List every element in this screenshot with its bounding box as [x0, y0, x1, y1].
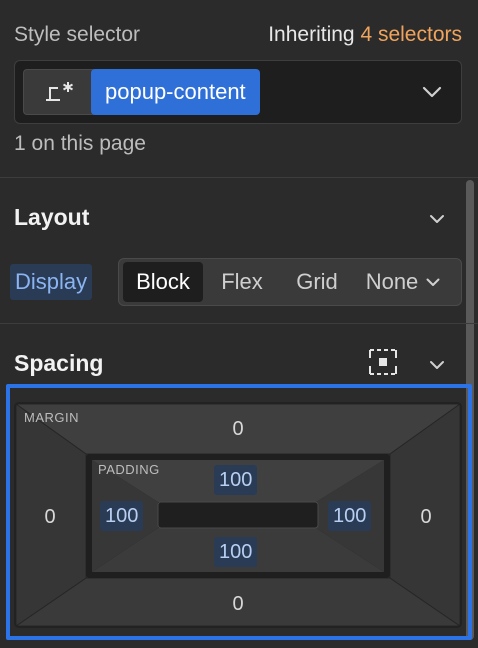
margin-right-value[interactable]: 0	[406, 506, 446, 529]
selector-field[interactable]: popup-content	[14, 60, 462, 124]
selector-tag[interactable]: popup-content	[91, 69, 260, 115]
divider	[0, 323, 478, 324]
display-option-flex[interactable]: Flex	[203, 262, 281, 302]
margin-left-value[interactable]: 0	[30, 506, 70, 529]
chevron-down-icon	[426, 278, 440, 286]
margin-label: MARGIN	[24, 410, 79, 425]
chevron-down-icon[interactable]	[419, 79, 445, 105]
padding-bottom-value[interactable]: 100	[214, 537, 258, 567]
display-label[interactable]: Display	[10, 264, 93, 300]
inheriting-info[interactable]: Inheriting 4 selectors	[268, 23, 462, 47]
padding-left-value[interactable]: 100	[100, 501, 144, 531]
layout-section-title[interactable]: Layout	[14, 204, 89, 231]
selector-state-icon	[46, 82, 73, 101]
inheriting-prefix: Inheriting	[268, 23, 361, 46]
display-option-none-label: None	[365, 269, 419, 294]
inheriting-count[interactable]: 4 selectors	[360, 23, 462, 46]
display-option-none[interactable]: None	[353, 262, 453, 302]
style-panel: Style selector Inheriting 4 selectors po…	[0, 0, 478, 648]
chevron-down-icon[interactable]	[426, 354, 448, 376]
chevron-down-icon[interactable]	[426, 208, 448, 230]
display-segmented-control: Block Flex Grid None	[118, 258, 462, 306]
spacing-toggle-icon[interactable]	[366, 348, 400, 376]
selector-header: Style selector Inheriting 4 selectors	[14, 20, 462, 50]
selector-state-button[interactable]	[23, 69, 97, 115]
margin-top-value[interactable]: 0	[218, 418, 258, 441]
display-option-grid[interactable]: Grid	[281, 262, 353, 302]
padding-right-value[interactable]: 100	[328, 501, 372, 531]
spacing-section-title[interactable]: Spacing	[14, 350, 103, 377]
divider	[0, 177, 478, 178]
padding-label: PADDING	[98, 462, 160, 477]
margin-bottom-value[interactable]: 0	[218, 593, 258, 616]
display-option-block[interactable]: Block	[123, 262, 203, 302]
selector-title: Style selector	[14, 23, 141, 46]
selector-usage-count: 1 on this page	[14, 132, 146, 155]
padding-top-value[interactable]: 100	[214, 465, 258, 495]
